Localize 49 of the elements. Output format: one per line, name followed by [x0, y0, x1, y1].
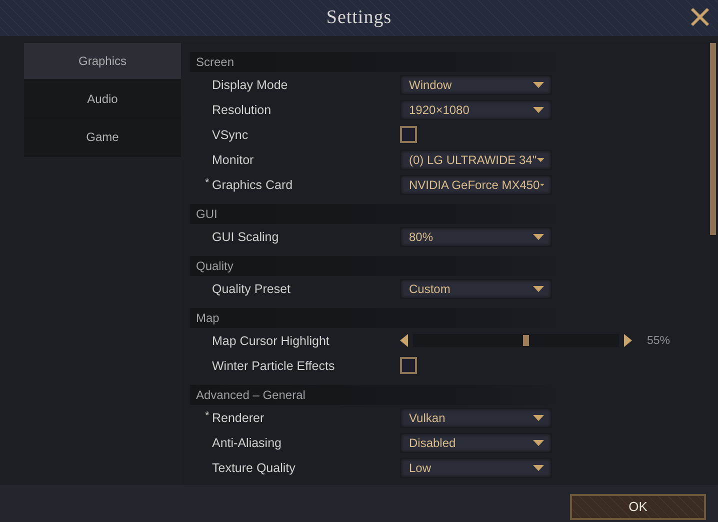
- setting-label: Renderer: [212, 410, 264, 424]
- dropdown[interactable]: Disabled: [400, 432, 552, 452]
- section-title: Map: [196, 311, 220, 325]
- left-arrow-icon[interactable]: [400, 334, 408, 347]
- right-arrow-icon[interactable]: [624, 334, 632, 347]
- caret-icon: [533, 440, 544, 446]
- setting-label: Winter Particle Effects: [212, 358, 335, 372]
- checkbox[interactable]: [400, 126, 417, 143]
- sidebar-tab[interactable]: Graphics: [24, 43, 181, 79]
- dropdown[interactable]: Window: [400, 74, 552, 94]
- slider-value: 55%: [647, 334, 670, 346]
- section-title: GUI: [196, 207, 218, 221]
- dropdown[interactable]: Custom: [400, 278, 552, 298]
- dropdown[interactable]: 1920×1080: [400, 100, 552, 120]
- dropdown[interactable]: Low: [400, 458, 552, 478]
- dropdown[interactable]: 80%: [400, 226, 552, 246]
- setting-label: Monitor: [212, 152, 254, 166]
- section-title: Screen: [196, 55, 234, 69]
- caret-icon: [540, 182, 544, 188]
- setting-label: Map Cursor Highlight: [212, 334, 330, 348]
- window-title: Settings: [326, 7, 392, 29]
- caret-icon: [533, 286, 544, 292]
- required-mark: *: [205, 410, 210, 420]
- required-mark: *: [205, 178, 210, 188]
- setting-label: VSync: [212, 128, 248, 142]
- setting-label: Display Mode: [212, 78, 288, 92]
- setting-label: Graphics Card: [212, 178, 293, 192]
- setting-label: Texture Quality: [212, 460, 296, 474]
- slider-thumb[interactable]: [523, 335, 529, 346]
- slider-track[interactable]: [413, 334, 619, 347]
- caret-icon: [536, 156, 544, 162]
- dropdown[interactable]: NVIDIA GeForce MX450: [400, 174, 552, 194]
- close-icon[interactable]: [690, 7, 710, 27]
- caret-icon: [533, 106, 544, 112]
- ok-button[interactable]: OK: [570, 494, 706, 520]
- caret-icon: [533, 464, 544, 470]
- caret-icon: [533, 82, 544, 88]
- section-title: Quality: [196, 259, 234, 273]
- dropdown[interactable]: (0) LG ULTRAWIDE 34": [400, 150, 552, 170]
- setting-label: Quality Preset: [212, 282, 291, 296]
- caret-icon: [533, 414, 544, 420]
- setting-label: Anti-Aliasing: [212, 436, 282, 450]
- section-title: Advanced – General: [196, 388, 306, 402]
- dropdown[interactable]: Vulkan: [400, 408, 552, 428]
- setting-label: Resolution: [212, 102, 272, 116]
- setting-label: GUI Scaling: [212, 230, 279, 244]
- checkbox[interactable]: [400, 357, 417, 374]
- caret-icon: [533, 234, 544, 240]
- scrollbar[interactable]: [710, 43, 716, 235]
